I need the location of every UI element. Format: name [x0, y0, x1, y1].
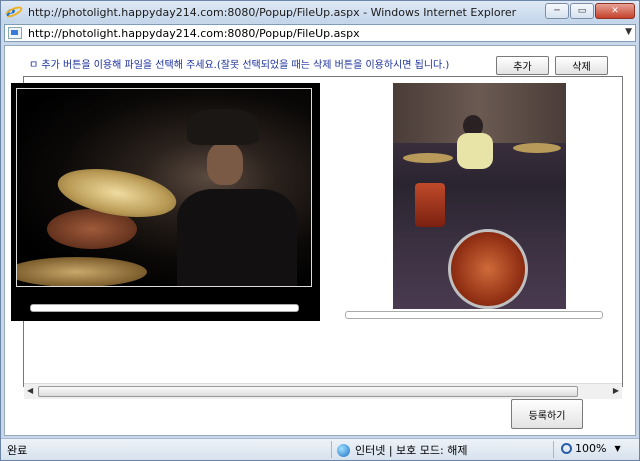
instruction-text: ㅁ 추가 버튼을 이용해 파일을 선택해 주세요.(잘못 선택되었을 때는 삭제… — [29, 60, 450, 71]
page-icon — [8, 27, 22, 39]
horizontal-scrollbar[interactable]: ◀ ▶ — [24, 383, 622, 399]
add-button[interactable]: 추가 — [496, 56, 549, 75]
window-controls: ─ ▭ ✕ — [545, 3, 635, 19]
title-bar: e http://photolight.happyday214.com:8080… — [1, 1, 639, 23]
page-content: ㅁ 추가 버튼을 이용해 파일을 선택해 주세요.(잘못 선택되었을 때는 삭제… — [4, 45, 636, 436]
photo-scrollbar[interactable] — [30, 304, 299, 312]
zoom-control[interactable]: 100% ▼ — [561, 442, 621, 455]
chevron-down-icon[interactable]: ▼ — [625, 27, 632, 37]
scroll-right-icon[interactable]: ▶ — [613, 386, 619, 395]
zoom-icon — [561, 443, 572, 454]
minimize-button[interactable]: ─ — [545, 3, 569, 19]
scroll-left-icon[interactable]: ◀ — [27, 386, 33, 395]
window-title: http://photolight.happyday214.com:8080/P… — [28, 5, 517, 19]
uploaded-photo-drum-kit[interactable] — [393, 83, 566, 309]
address-url[interactable]: http://photolight.happyday214.com:8080/P… — [28, 27, 360, 40]
scroll-thumb[interactable] — [38, 386, 578, 397]
browser-window: e http://photolight.happyday214.com:8080… — [0, 0, 640, 461]
delete-button[interactable]: 삭제 — [555, 56, 608, 75]
photo-scrollbar[interactable] — [345, 311, 603, 319]
zoom-level: 100% — [575, 442, 607, 455]
uploaded-photo-drummer-hat[interactable] — [11, 83, 320, 321]
status-bar: 완료 인터넷 | 보호 모드: 해제 100% ▼ — [1, 438, 639, 460]
photo-image — [16, 88, 312, 287]
address-bar[interactable]: http://photolight.happyday214.com:8080/P… — [4, 24, 636, 42]
security-zone[interactable]: 인터넷 | 보호 모드: 해제 — [337, 442, 467, 458]
register-button[interactable]: 등록하기 — [511, 399, 583, 429]
globe-icon — [337, 443, 350, 457]
chevron-down-icon[interactable]: ▼ — [614, 444, 620, 453]
status-text: 완료 — [7, 443, 28, 457]
zone-text: 인터넷 | 보호 모드: 해제 — [355, 444, 468, 457]
restore-button[interactable]: ▭ — [570, 3, 594, 19]
close-button[interactable]: ✕ — [595, 3, 635, 19]
ie-logo-icon: e — [3, 3, 24, 21]
